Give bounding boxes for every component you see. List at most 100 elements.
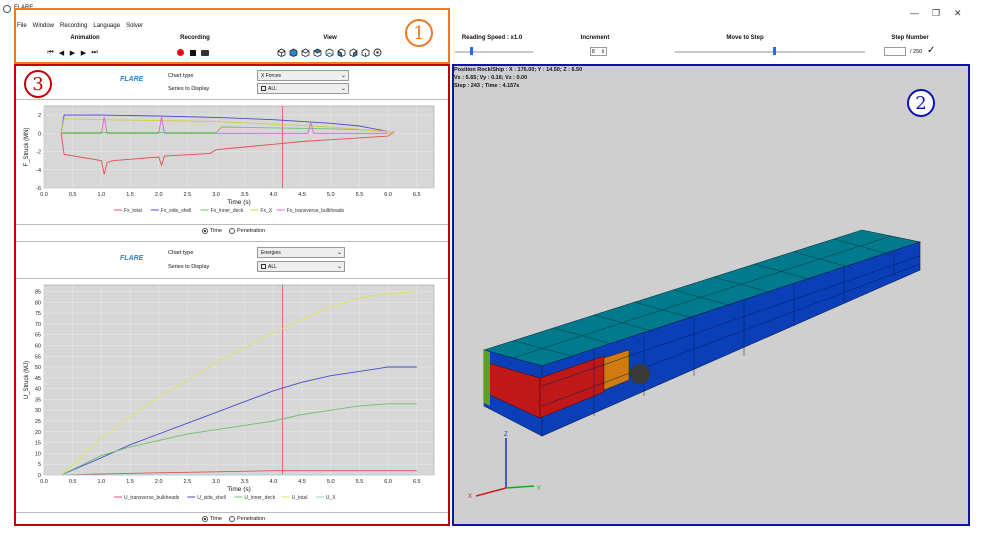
y-tick-label: -6	[36, 186, 41, 192]
chart2-series-dropdown[interactable]: ALL ⌄	[257, 261, 345, 272]
y-tick-label: 55	[35, 354, 41, 360]
divider	[16, 512, 448, 513]
divider	[16, 224, 448, 225]
x-tick-label: 5.5	[356, 192, 364, 198]
y-tick-label: 2	[38, 113, 41, 119]
step-number-label: Step Number	[891, 35, 929, 41]
x-tick-label: 1.5	[126, 192, 134, 198]
flare-logo: FLARE	[120, 255, 144, 262]
move-to-step-label: Move to Step	[726, 35, 764, 41]
checkbox-icon	[261, 86, 266, 91]
x-tick-label: 0.5	[69, 479, 77, 485]
y-tick-label: 40	[35, 387, 41, 393]
y-tick-label: 0	[38, 131, 41, 137]
y-tick-label: 75	[35, 311, 41, 317]
y-axis-label: F_Struck (MN)	[24, 127, 30, 166]
penetration-radio-label: Penetration	[237, 516, 266, 522]
3d-viewport[interactable]: Position Rock/Ship : X : 176.00; Y : 14.…	[452, 64, 970, 526]
chevron-down-icon: ⌄	[340, 86, 346, 92]
x-tick-label: 5.0	[327, 479, 335, 485]
plot-area	[43, 284, 435, 476]
chart-panel: FLARE Chart type X Forces ⌄ Series to Dis…	[14, 64, 450, 526]
time-radio[interactable]: Time	[202, 516, 222, 522]
reading-speed-thumb[interactable]	[470, 47, 473, 55]
y-axis-line	[505, 485, 535, 489]
chart2-type-dropdown[interactable]: Energies ⌄	[257, 247, 345, 258]
y-tick-label: 45	[35, 376, 41, 382]
callout-1: 1	[405, 19, 433, 47]
step-total: / 250	[910, 49, 923, 55]
x-forces-chart: 0.0 0.5 1.0 1.5 2.0 2.5 3.0 3.5 4.0 4.5 5.0 5.5 6.0 6…	[24, 105, 435, 214]
y-tick-label: 60	[35, 343, 41, 349]
chart1-type-dropdown[interactable]: X Forces ⌄	[257, 70, 349, 81]
toolbar-region-box	[14, 8, 450, 64]
penetration-radio-label: Penetration	[237, 228, 266, 234]
divider	[16, 241, 448, 242]
y-tick-label: 25	[35, 419, 41, 425]
y-tick-label: 80	[35, 300, 41, 306]
chart1-series-label: Series to Display	[168, 86, 210, 92]
close-button[interactable]: ✕	[954, 8, 962, 19]
radio-empty-icon	[229, 516, 235, 522]
x-tick-label: 6.5	[413, 479, 421, 485]
time-radio-label: Time	[210, 516, 223, 522]
reading-speed-label: Reading Speed : x1.0	[461, 35, 523, 41]
penetration-radio[interactable]: Penetration	[229, 228, 265, 234]
app-icon	[3, 5, 11, 13]
x-tick-label: 3.5	[241, 479, 249, 485]
increment-spinbox[interactable]: 8 ⇕	[590, 47, 607, 56]
reading-speed-slider[interactable]	[455, 51, 533, 53]
x-tick-label: 2.0	[155, 479, 163, 485]
x-tick-label: 1.0	[98, 479, 106, 485]
x-tick-label: 0.0	[40, 479, 48, 485]
chart1-series-dropdown[interactable]: ALL ⌄	[257, 83, 349, 94]
y-tick-label: -4	[36, 168, 41, 174]
flare-logo: FLARE	[120, 76, 144, 83]
time-radio[interactable]: Time	[202, 228, 222, 234]
y-axis-label: U_Struck (MJ)	[24, 361, 30, 399]
x-tick-label: 2.5	[184, 192, 192, 198]
y-tick-label: -2	[36, 150, 41, 156]
energies-chart: 0.0 0.5 1.0 1.5 2.0 2.5 3.0 3.5 4.0 4.5 5.0 5.5 6.0 6…	[24, 284, 435, 501]
legend-entry: Fx_total	[124, 208, 142, 214]
ship-model: Z Y X	[468, 229, 922, 500]
legend-entry: U_side_shell	[197, 495, 226, 501]
move-to-step-thumb[interactable]	[773, 47, 776, 55]
x-tick-label: 1.0	[98, 192, 106, 198]
maximize-button[interactable]: ❐	[932, 8, 940, 19]
legend-entry: Fx_side_shell	[161, 208, 192, 214]
x-axis-label: X	[468, 494, 472, 500]
chart1-series-value: ALL	[268, 85, 277, 92]
legend-entry: Fx_inner_deck	[211, 208, 244, 214]
step-number-input[interactable]	[884, 47, 906, 56]
chevron-down-icon: ⌄	[336, 250, 342, 256]
spin-arrows-icon[interactable]: ⇕	[601, 49, 605, 55]
confirm-check-icon[interactable]: ✓	[927, 45, 935, 56]
increment-label: Increment	[580, 35, 610, 41]
penetration-radio[interactable]: Penetration	[229, 516, 265, 522]
x-tick-label: 3.0	[212, 479, 220, 485]
radio-empty-icon	[229, 228, 235, 234]
legend-entry: Fx_transverse_bulkheads	[287, 208, 345, 214]
minimize-button[interactable]: —	[910, 8, 919, 18]
callout-2: 2	[907, 89, 935, 117]
move-to-step-slider[interactable]	[675, 51, 865, 53]
y-tick-label: 10	[35, 451, 41, 457]
y-tick-label: 65	[35, 333, 41, 339]
x-tick-label: 6.0	[384, 192, 392, 198]
y-tick-label: 5	[38, 462, 41, 468]
y-tick-label: 70	[35, 322, 41, 328]
increment-value: 8	[592, 48, 595, 55]
legend-entry: U_transverse_bulkheads	[124, 495, 180, 501]
y-tick-label: 35	[35, 397, 41, 403]
y-tick-label: 30	[35, 408, 41, 414]
x-tick-label: 2.5	[184, 479, 192, 485]
x-tick-label: 5.0	[327, 192, 335, 198]
legend-entry: U_X	[326, 495, 336, 501]
x-axis-label: Time (s)	[227, 486, 251, 493]
x-tick-label: 2.0	[155, 192, 163, 198]
legend-entry: U_total	[292, 495, 308, 501]
chart2-type-label: Chart type	[168, 250, 194, 256]
time-radio-label: Time	[210, 228, 223, 234]
x-axis-label: Time (s)	[227, 199, 251, 206]
